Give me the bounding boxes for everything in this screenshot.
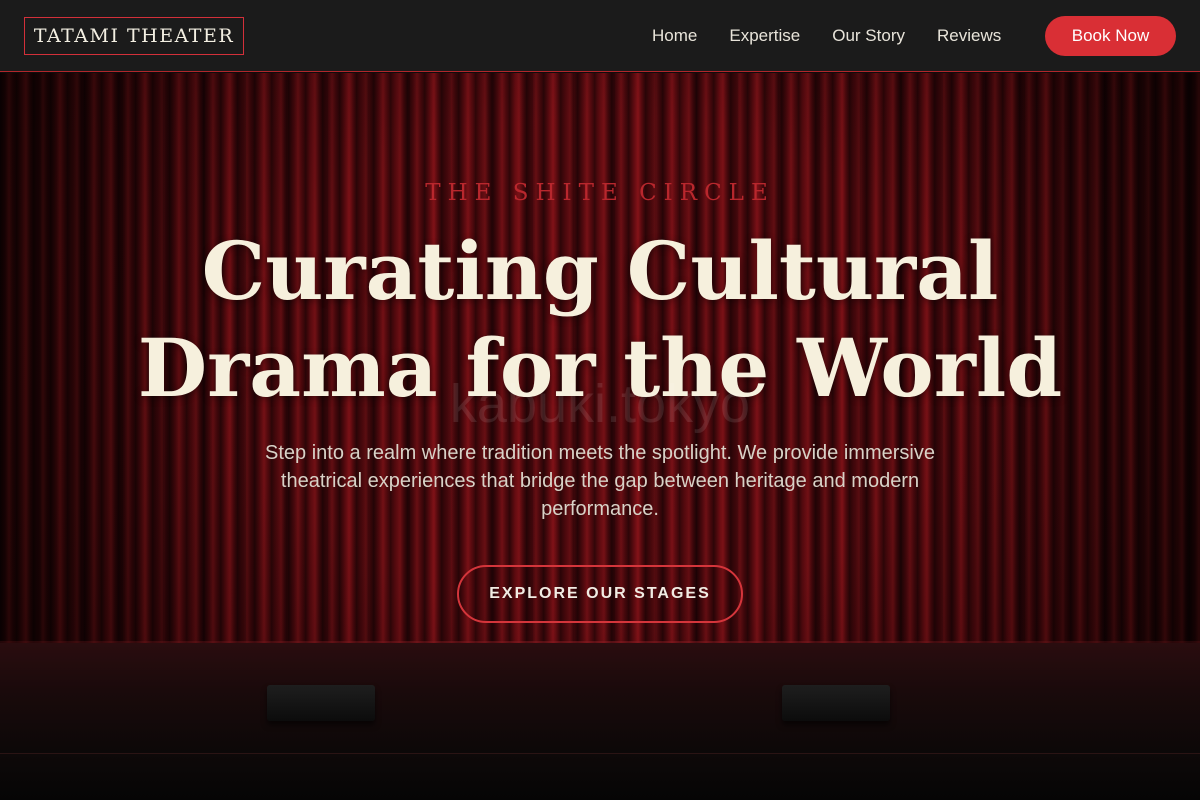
stage-front (0, 753, 1200, 800)
nav-link-home[interactable]: Home (652, 26, 697, 46)
explore-stages-button[interactable]: EXPLORE OUR STAGES (457, 565, 743, 623)
nav-link-expertise[interactable]: Expertise (729, 26, 800, 46)
hero-description: Step into a realm where tradition meets … (265, 442, 935, 520)
site-logo[interactable]: TATAMI THEATER (24, 17, 244, 55)
hero-eyebrow: THE SHITE CIRCLE (425, 180, 775, 206)
stage-monitor-left (267, 685, 375, 721)
stage-monitor-right (782, 685, 890, 721)
book-now-button[interactable]: Book Now (1045, 16, 1176, 56)
nav-link-reviews[interactable]: Reviews (937, 26, 1001, 46)
headline-line-1: Curating Cultural (201, 224, 999, 318)
watermark-text: kabuki.tokyo (449, 374, 751, 434)
navbar: TATAMI THEATER Home Expertise Our Story … (0, 0, 1200, 72)
nav-link-our-story[interactable]: Our Story (832, 26, 905, 46)
hero-section: THE SHITE CIRCLE Curating Cultural Drama… (0, 73, 1200, 800)
nav-links: Home Expertise Our Story Reviews (652, 0, 1033, 72)
